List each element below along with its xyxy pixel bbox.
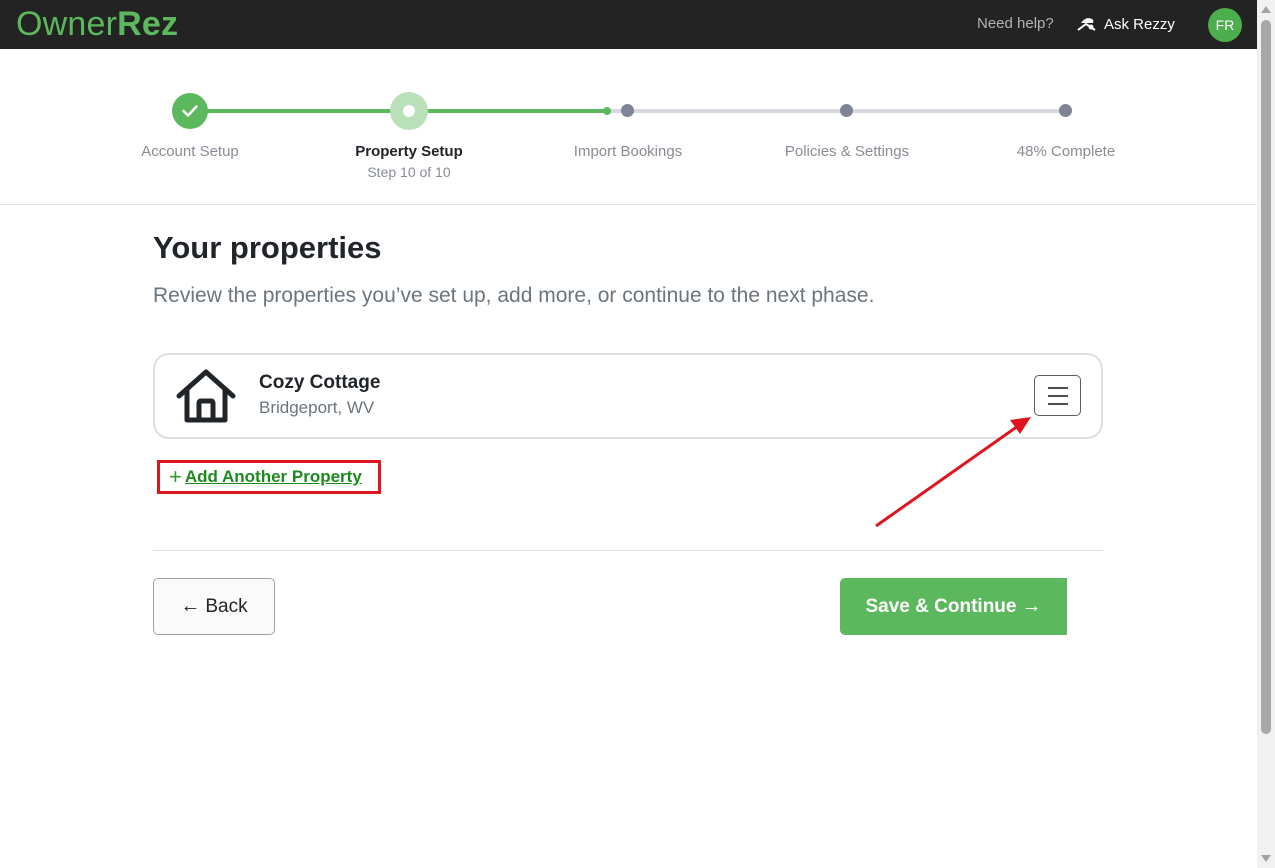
ask-rezzy-label: Ask Rezzy [1104,15,1175,33]
back-button[interactable]: ← Back [153,578,275,635]
scroll-down-arrow-icon[interactable] [1261,855,1271,862]
content-divider [153,550,1103,551]
annotation-arrow-icon [875,417,1031,528]
page-scrollbar[interactable] [1257,0,1275,868]
arrow-left-icon: ← [180,595,201,617]
scrollbar-thumb[interactable] [1261,20,1271,734]
save-continue-button[interactable]: Save & Continue → [840,578,1067,635]
back-button-label: Back [205,595,248,617]
arrow-right-icon: → [1021,595,1042,617]
scroll-up-arrow-icon[interactable] [1261,6,1271,13]
user-avatar[interactable]: FR [1208,8,1242,42]
save-continue-label: Save & Continue [865,595,1017,617]
